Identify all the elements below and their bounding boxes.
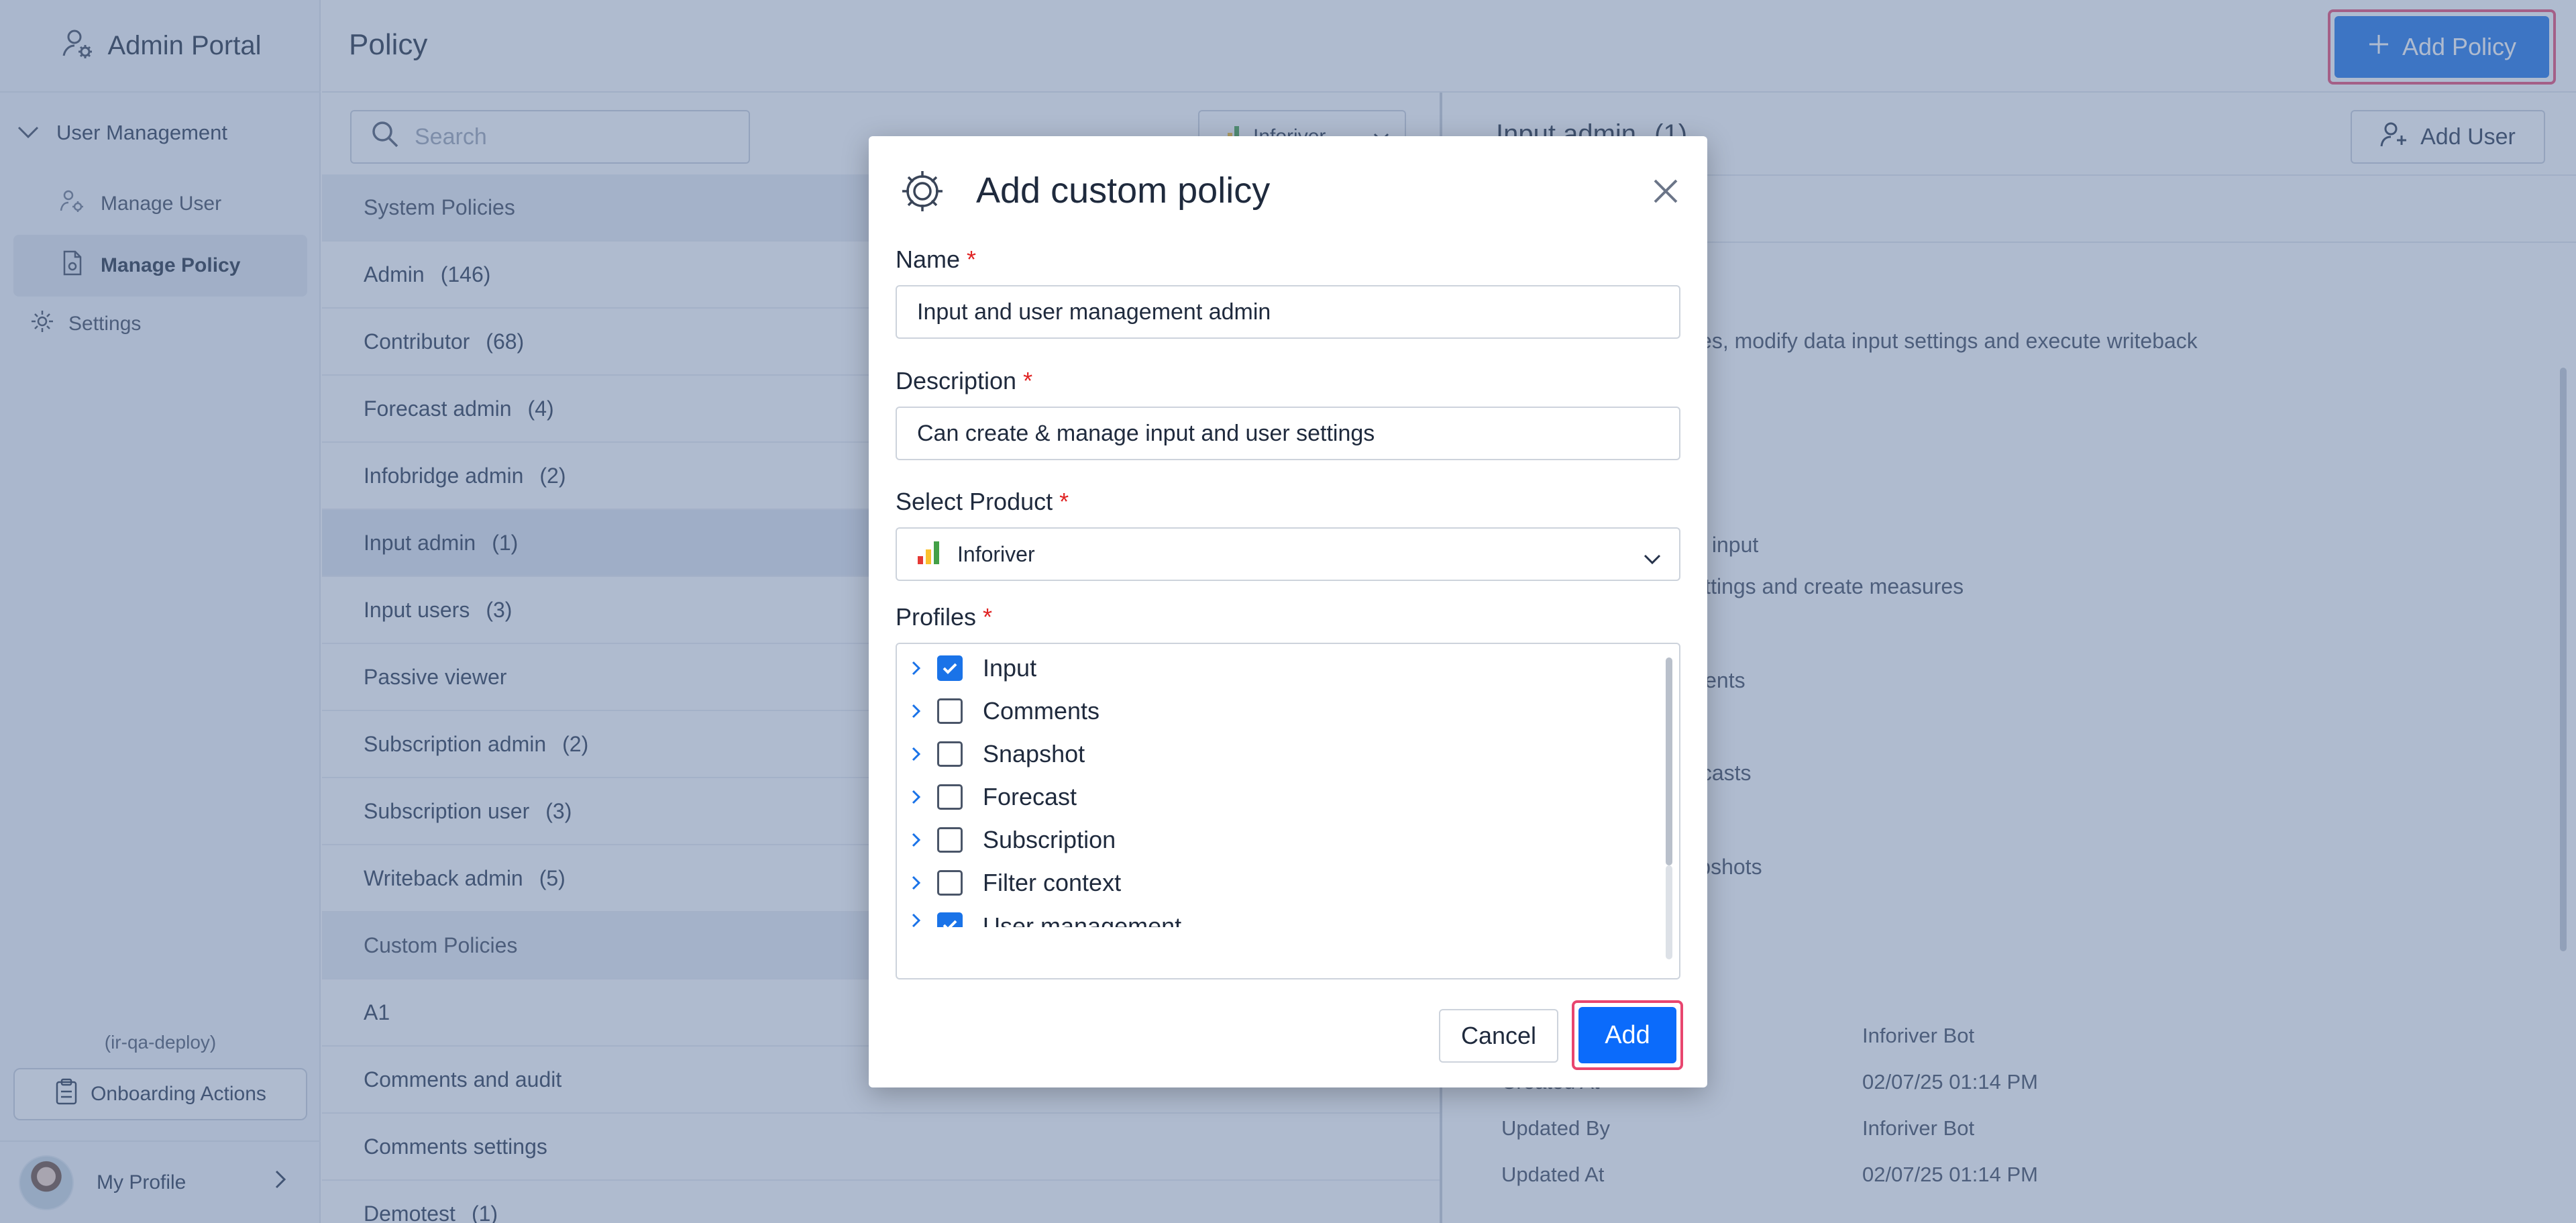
add-custom-policy-dialog: Add custom policy Name * Input and user m… [869,136,1707,1087]
profile-item-subscription[interactable]: Subscription [897,818,1675,861]
name-field[interactable]: Input and user management admin [896,285,1680,339]
required-mark: * [1023,367,1033,394]
expand-chevron-icon[interactable] [904,789,929,805]
description-field-value: Can create & manage input and user setti… [917,420,1375,446]
profile-item-input[interactable]: Input [897,647,1675,690]
dialog-title: Add custom policy [976,170,1271,211]
profile-item-filter-context[interactable]: Filter context [897,861,1675,904]
profile-label: User management [983,912,1182,927]
required-mark: * [967,246,977,273]
description-label: Description * [896,367,1032,395]
chevron-down-icon [1643,546,1662,571]
checkbox[interactable] [937,870,963,896]
profile-item-snapshot[interactable]: Snapshot [897,733,1675,776]
required-mark: * [1059,488,1069,515]
description-field[interactable]: Can create & manage input and user setti… [896,407,1680,460]
profile-label: Subscription [983,826,1116,853]
profile-label: Snapshot [983,740,1085,767]
name-label-text: Name [896,246,961,273]
expand-chevron-icon[interactable] [904,703,929,719]
profiles-tree: Input Comments Snapshot Forecast Subscri [896,643,1680,979]
checkbox[interactable] [937,698,963,724]
select-product-label-text: Select Product [896,488,1053,515]
profile-item-comments[interactable]: Comments [897,690,1675,733]
expand-chevron-icon[interactable] [904,660,929,676]
policy-settings-icon [896,164,949,218]
description-label-text: Description [896,367,1017,394]
expand-chevron-icon[interactable] [904,912,929,927]
checkbox[interactable] [937,784,963,810]
admin-portal-app: Admin Portal User Management Manage User… [0,0,2576,1223]
checkbox[interactable] [937,741,963,767]
inforiver-logo-icon [916,537,944,571]
cancel-label: Cancel [1460,1022,1537,1049]
checkbox-checked[interactable] [937,655,963,681]
close-icon[interactable] [1646,171,1686,211]
required-mark: * [983,603,993,631]
expand-chevron-icon[interactable] [904,832,929,848]
name-field-value: Input and user management admin [917,299,1271,325]
profiles-scrollbar-thumb[interactable] [1666,657,1672,865]
profile-label: Comments [983,697,1100,725]
checkbox-checked[interactable] [937,912,963,927]
expand-chevron-icon[interactable] [904,875,929,891]
product-select[interactable]: Inforiver [896,527,1680,581]
profile-label: Forecast [983,783,1077,810]
add-button[interactable]: Add [1578,1007,1676,1063]
name-label: Name * [896,246,976,274]
profiles-label-text: Profiles [896,603,977,631]
expand-chevron-icon[interactable] [904,746,929,762]
profile-label: Input [983,654,1037,682]
profile-label: Filter context [983,869,1122,896]
cancel-button[interactable]: Cancel [1439,1009,1558,1063]
profile-item-user-management[interactable]: User management [897,904,1675,927]
profiles-scrollbar-track[interactable] [1666,865,1672,959]
add-label: Add [1605,1020,1650,1049]
profiles-label: Profiles * [896,603,992,631]
profile-item-forecast[interactable]: Forecast [897,776,1675,818]
checkbox[interactable] [937,827,963,853]
product-select-value: Inforiver [957,541,1035,566]
select-product-label: Select Product * [896,488,1069,516]
